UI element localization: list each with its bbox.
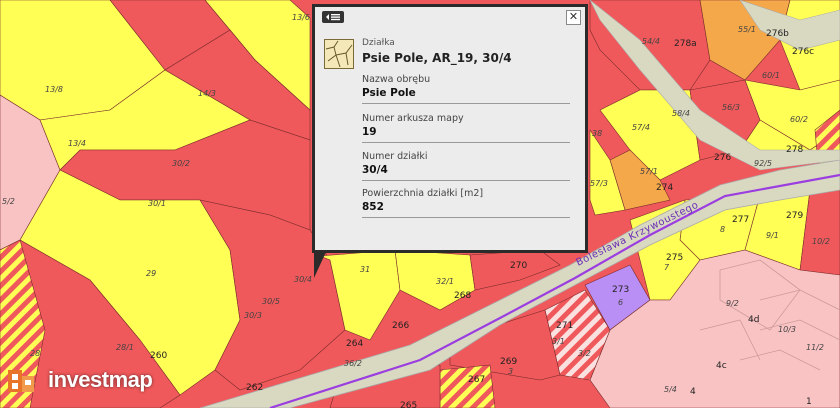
plot-label: 32/1	[436, 277, 454, 286]
plot-label: 30/1	[148, 199, 166, 208]
parcel-267[interactable]	[439, 364, 496, 408]
plot-label: 6	[618, 298, 623, 307]
plot-label: 28/1	[116, 343, 134, 352]
plot-label: 55/1	[738, 25, 756, 34]
field-value: 19	[362, 126, 377, 138]
close-icon[interactable]: ✕	[566, 10, 581, 25]
field-label: Numer arkusza mapy	[362, 113, 464, 124]
plot-label: 92/5	[754, 159, 772, 168]
plot-label: 13/6	[292, 13, 310, 22]
plot-label: 36/2	[344, 359, 362, 368]
address-label: 264	[346, 339, 363, 349]
plot-label: 30/4	[294, 275, 312, 284]
plot-label: 56/3	[722, 103, 740, 112]
address-label: 274	[656, 183, 673, 193]
plot-label: 5/4	[664, 385, 677, 394]
field-label: Nazwa obrębu	[362, 74, 431, 85]
plot-label: 9/2	[726, 299, 739, 308]
address-label: 269	[500, 357, 517, 367]
address-label: 271	[556, 321, 573, 331]
field-parcel-number: Numer działki 30/4	[362, 151, 570, 176]
address-label: 262	[246, 383, 263, 393]
address-label: 278a	[674, 39, 697, 49]
address-label: 276	[714, 153, 731, 163]
address-label: 277	[732, 215, 749, 225]
address-label: 278	[786, 145, 803, 155]
plot-label: 3	[508, 367, 513, 376]
address-label: 275	[666, 253, 683, 263]
plot-label: 3/1	[552, 337, 565, 346]
address-label: 260	[150, 351, 167, 361]
field-value: Psie Pole	[362, 87, 416, 99]
address-label: 273	[612, 285, 629, 295]
field-label: Numer działki	[362, 151, 428, 162]
field-precinct-name: Nazwa obrębu Psie Pole	[362, 74, 570, 99]
field-map-sheet-number: Numer arkusza mapy 19	[362, 113, 570, 138]
plot-label: 11/2	[806, 343, 824, 352]
address-label: 267	[468, 375, 485, 385]
plot-label: 60/2	[790, 115, 808, 124]
plot-label: 57/3	[590, 179, 608, 188]
popup-type-label: Działka	[362, 38, 395, 48]
plot-label: 28	[30, 349, 40, 358]
parcel-info-popup: ✕ Działka Psie Pole, AR_19, 30/4 Nazwa o…	[312, 4, 588, 253]
plot-label: 30/2	[172, 159, 190, 168]
field-value: 852	[362, 201, 384, 213]
plot-label: 9/1	[766, 231, 779, 240]
plot-label: 13/4	[68, 139, 86, 148]
plot-label: 30/5	[262, 297, 280, 306]
popup-pointer	[314, 252, 326, 278]
plot-label: 38	[592, 129, 602, 138]
popup-title: Psie Pole, AR_19, 30/4	[362, 51, 512, 65]
address-label: 276c	[792, 47, 814, 57]
plot-label: 58/4	[672, 109, 690, 118]
plot-label: 3/2	[578, 349, 591, 358]
plot-label: 8	[720, 225, 725, 234]
address-label: 270	[510, 261, 527, 271]
field-parcel-area: Powierzchnia działki [m2] 852	[362, 188, 570, 213]
plot-label: 5/2	[2, 197, 15, 206]
plot-label: 57/4	[632, 123, 650, 132]
parcel-map-icon	[324, 39, 354, 69]
plot-label: 60/1	[762, 71, 780, 80]
list-icon[interactable]	[322, 11, 344, 23]
address-label: 4c	[716, 361, 727, 371]
address-label: 266	[392, 321, 409, 331]
plot-label: 29	[146, 269, 156, 278]
field-separator	[362, 142, 570, 143]
plot-label: 54/4	[642, 37, 660, 46]
address-label: 4d	[748, 315, 759, 325]
address-label: 265	[400, 401, 417, 408]
plot-label: 30/3	[244, 311, 262, 320]
logo-mark-icon	[8, 370, 34, 392]
address-label: 4	[690, 387, 696, 397]
address-label: 268	[454, 291, 471, 301]
field-value: 30/4	[362, 164, 388, 176]
popup-header: ✕	[315, 7, 585, 27]
address-label: 1	[806, 397, 812, 407]
field-label: Powierzchnia działki [m2]	[362, 188, 484, 199]
plot-label: 10/2	[812, 237, 830, 246]
plot-label: 13/8	[45, 85, 63, 94]
address-label: 276b	[766, 29, 789, 39]
plot-label: 10/3	[778, 325, 796, 334]
plot-label: 57/1	[640, 167, 658, 176]
plot-label: 14/3	[198, 89, 216, 98]
plot-label: 31	[360, 265, 370, 274]
field-separator	[362, 103, 570, 104]
address-label: 279	[786, 211, 803, 221]
field-separator	[362, 217, 570, 218]
logo-text: investmap	[48, 367, 153, 392]
field-separator	[362, 180, 570, 181]
